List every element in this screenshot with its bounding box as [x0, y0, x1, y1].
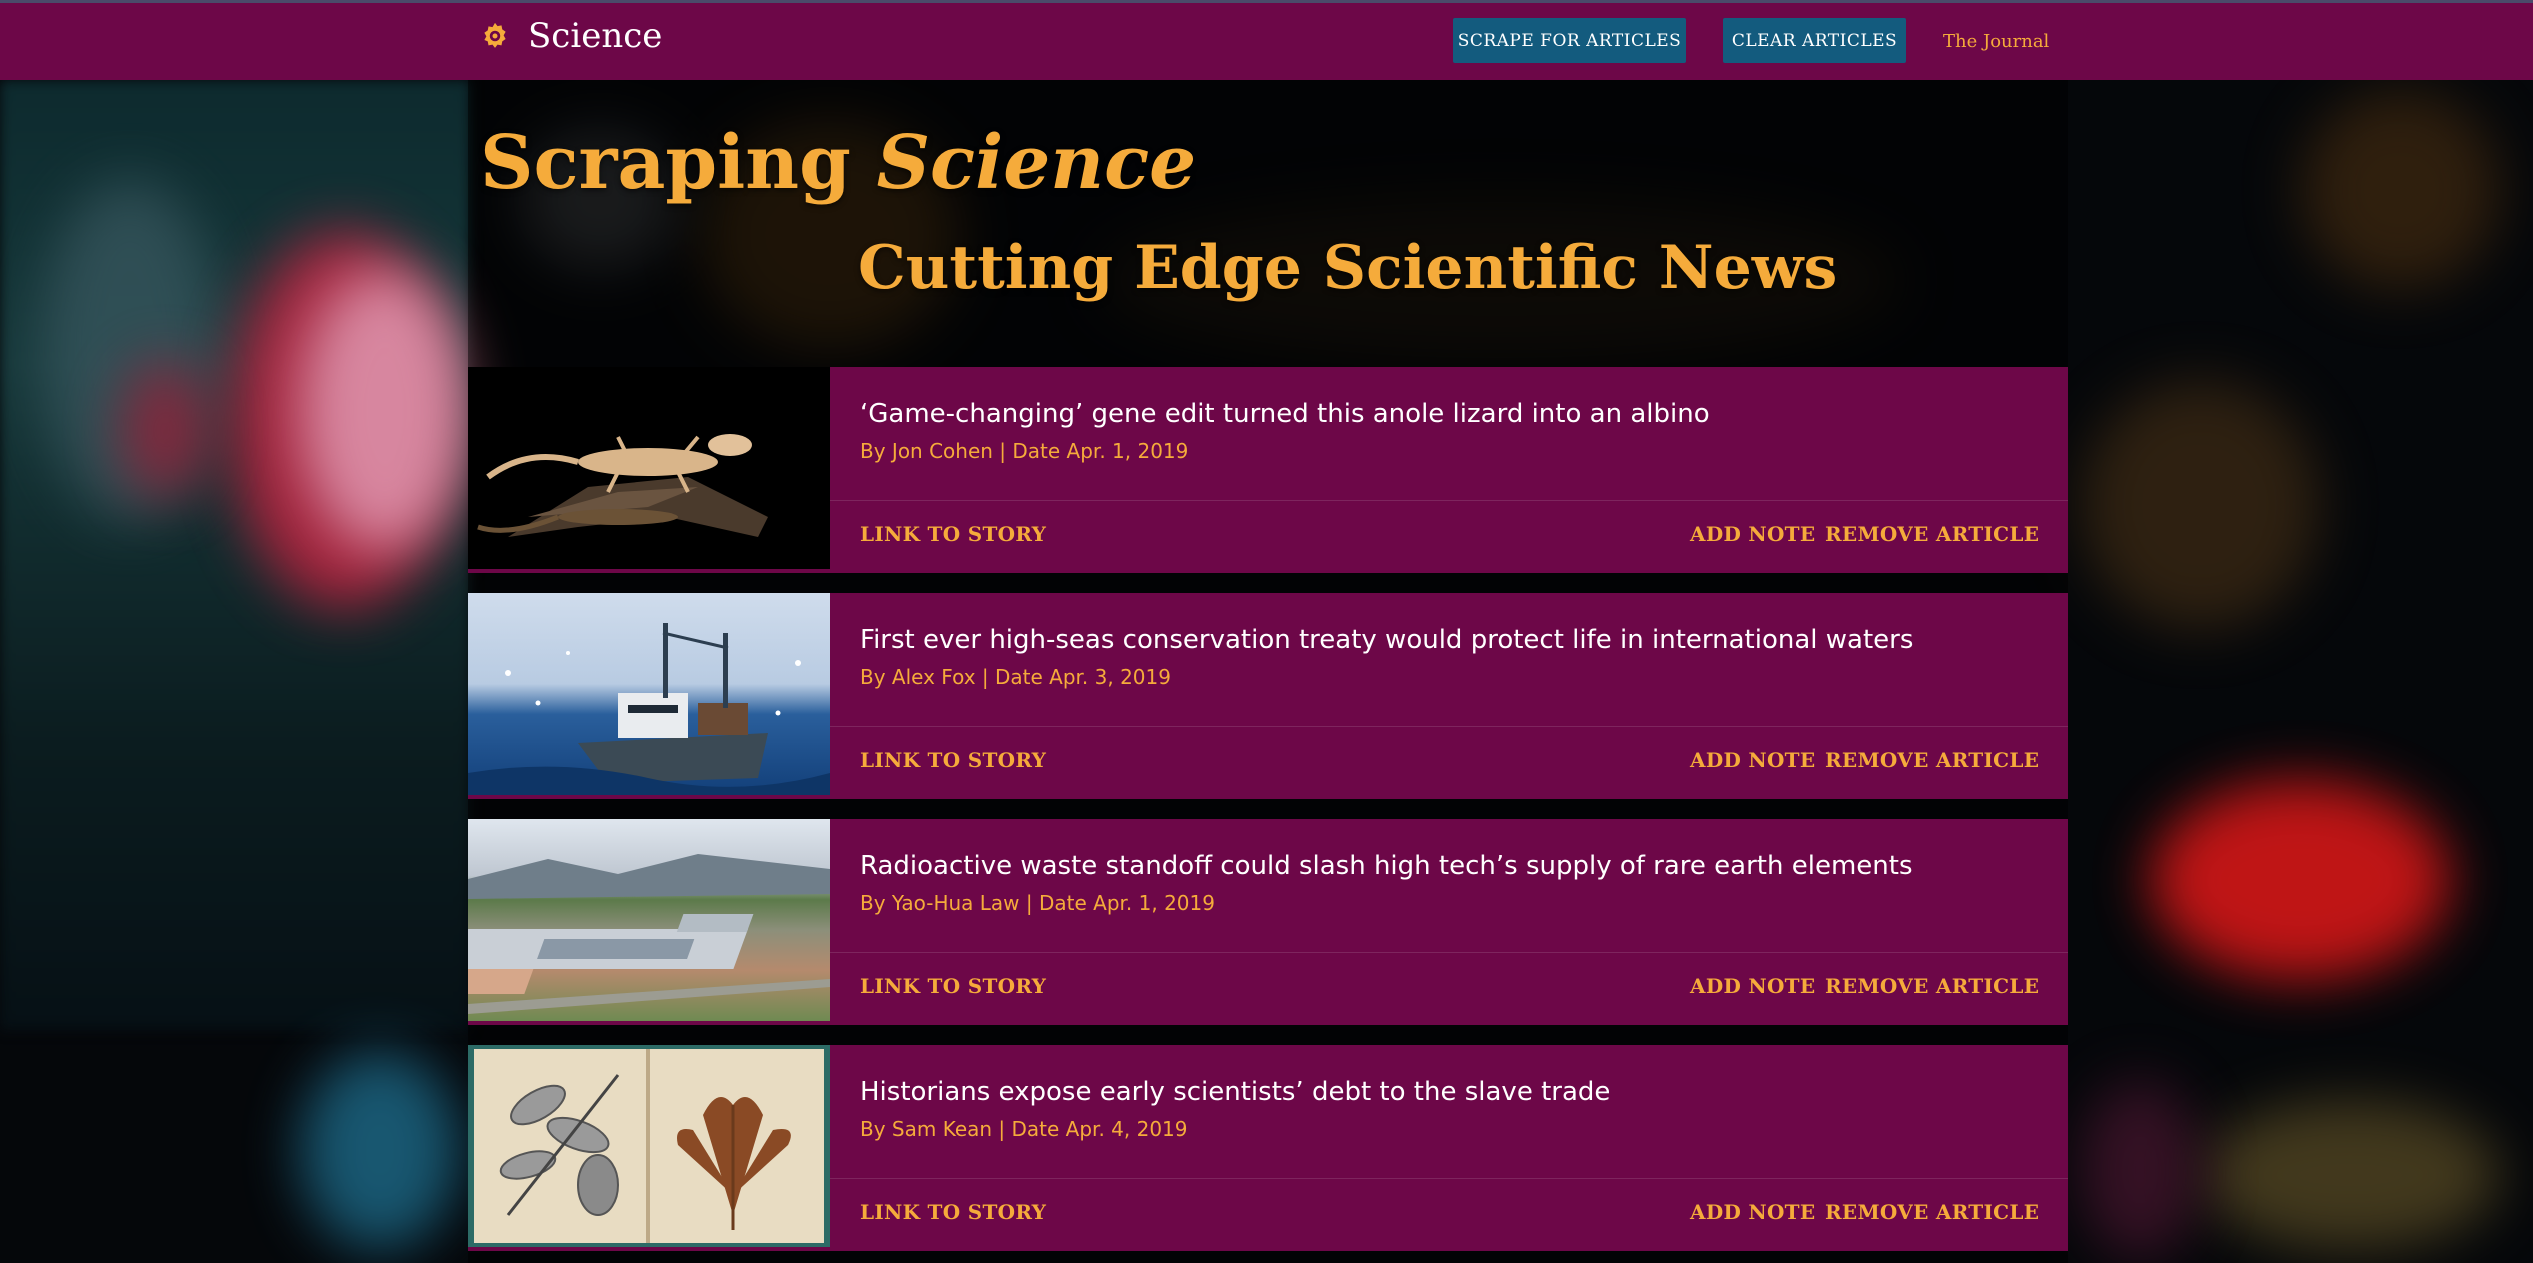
remove-article-button[interactable]: REMOVE ARTICLE — [1825, 748, 2039, 772]
title-prefix: Scraping — [480, 120, 851, 206]
navbar: Science SCRAPE FOR ARTICLES CLEAR ARTICL… — [0, 0, 2533, 80]
article-meta: By Jon Cohen | Date Apr. 1, 2019 — [860, 439, 1189, 463]
page-subtitle: Cutting Edge Scientific News — [858, 233, 1838, 303]
remove-article-button[interactable]: REMOVE ARTICLE — [1825, 1200, 2039, 1224]
gear-icon — [484, 22, 506, 48]
article-card: First ever high-seas conservation treaty… — [468, 593, 2068, 799]
remove-article-button[interactable]: REMOVE ARTICLE — [1825, 974, 2039, 998]
the-journal-link[interactable]: The Journal — [1943, 31, 2049, 52]
title-emphasis: Science — [876, 120, 1197, 206]
clear-articles-button[interactable]: CLEAR ARTICLES — [1723, 18, 1906, 63]
add-note-button[interactable]: ADD NOTE — [1690, 522, 1815, 546]
article-card: Historians expose early scientists’ debt… — [468, 1045, 2068, 1251]
link-to-story-button[interactable]: LINK TO STORY — [860, 748, 1046, 772]
brand-name: Science — [528, 16, 663, 56]
link-to-story-button[interactable]: LINK TO STORY — [860, 522, 1046, 546]
article-card: Radioactive waste standoff could slash h… — [468, 819, 2068, 1025]
scrape-articles-button[interactable]: SCRAPE FOR ARTICLES — [1453, 18, 1686, 63]
divider — [830, 500, 2068, 501]
article-title: First ever high-seas conservation treaty… — [860, 625, 1914, 655]
link-to-story-button[interactable]: LINK TO STORY — [860, 1200, 1046, 1224]
divider — [830, 726, 2068, 727]
albino-lizard-image — [468, 367, 830, 569]
add-note-button[interactable]: ADD NOTE — [1690, 974, 1815, 998]
remove-article-button[interactable]: REMOVE ARTICLE — [1825, 522, 2039, 546]
divider — [830, 952, 2068, 953]
fishing-ship-image — [468, 593, 830, 795]
article-title: Radioactive waste standoff could slash h… — [860, 851, 1913, 881]
article-meta: By Yao-Hua Law | Date Apr. 1, 2019 — [860, 891, 1215, 915]
herbarium-book-image — [468, 1045, 830, 1247]
article-body: ‘Game-changing’ gene edit turned this an… — [830, 367, 2068, 573]
article-title: Historians expose early scientists’ debt… — [860, 1077, 1611, 1107]
article-title: ‘Game-changing’ gene edit turned this an… — [860, 399, 1710, 429]
add-note-button[interactable]: ADD NOTE — [1690, 748, 1815, 772]
article-meta: By Alex Fox | Date Apr. 3, 2019 — [860, 665, 1171, 689]
link-to-story-button[interactable]: LINK TO STORY — [860, 974, 1046, 998]
article-body: Historians expose early scientists’ debt… — [830, 1045, 2068, 1251]
article-body: Radioactive waste standoff could slash h… — [830, 819, 2068, 1025]
add-note-button[interactable]: ADD NOTE — [1690, 1200, 1815, 1224]
article-list: ‘Game-changing’ gene edit turned this an… — [468, 367, 2068, 1263]
article-meta: By Sam Kean | Date Apr. 4, 2019 — [860, 1117, 1188, 1141]
page-title: Scraping Science — [480, 120, 1197, 206]
industrial-plant-image — [468, 819, 830, 1021]
main-container: Scraping Science Cutting Edge Scientific… — [468, 80, 2068, 1263]
divider — [830, 1178, 2068, 1179]
article-body: First ever high-seas conservation treaty… — [830, 593, 2068, 799]
brand-link[interactable]: Science — [480, 16, 662, 56]
article-card: ‘Game-changing’ gene edit turned this an… — [468, 367, 2068, 573]
